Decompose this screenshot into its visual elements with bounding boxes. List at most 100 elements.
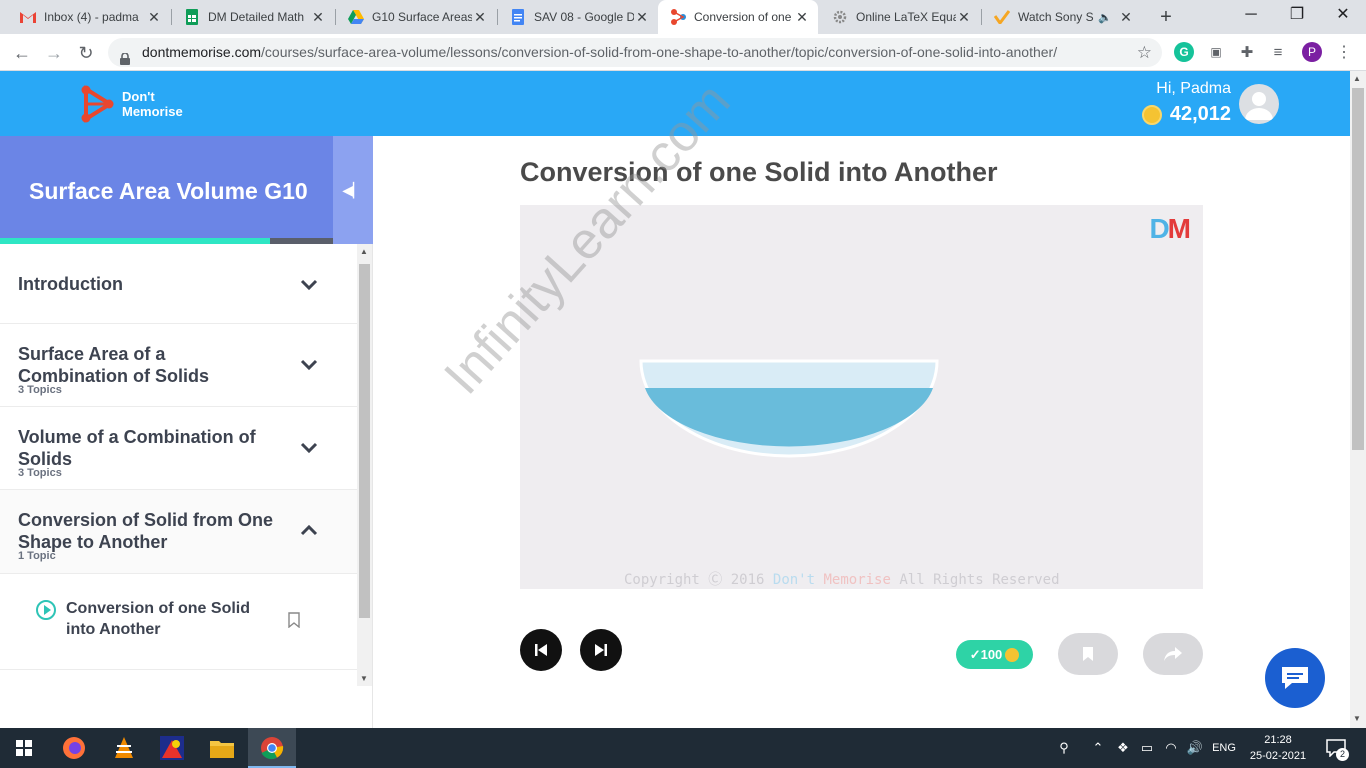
- dropbox-icon[interactable]: ❖: [1112, 728, 1134, 768]
- close-tab-icon[interactable]: ✕: [956, 9, 972, 26]
- extensions-icon[interactable]: ✚: [1237, 42, 1257, 62]
- check-icon: ✓: [969, 646, 981, 662]
- section-conversion-of-solid[interactable]: Conversion of Solid from One Shape to An…: [0, 490, 357, 574]
- chevron-down-icon[interactable]: [298, 353, 320, 375]
- bookmark-star-icon[interactable]: ☆: [1137, 38, 1152, 67]
- coin-count: 42,012: [1169, 103, 1231, 125]
- user-greeting: Hi, Padma: [1156, 80, 1231, 97]
- dm-letter-d: D: [1149, 213, 1169, 244]
- play-circle-icon: [36, 600, 56, 620]
- tab-docs[interactable]: SAV 08 - Google D ✕: [498, 0, 658, 34]
- share-button[interactable]: [1143, 633, 1203, 675]
- dm-letter-m: M: [1167, 213, 1191, 244]
- gear-icon: [832, 9, 848, 25]
- forward-button[interactable]: →: [42, 41, 66, 65]
- previous-button[interactable]: [520, 629, 562, 671]
- tab-gmail[interactable]: Inbox (4) - padma ✕: [8, 0, 170, 34]
- show-hidden-icons-icon[interactable]: ⌃: [1088, 728, 1108, 768]
- volume-icon[interactable]: 🔊: [1184, 728, 1206, 768]
- url-host: dontmemorise.com: [142, 44, 262, 60]
- back-button[interactable]: ←: [10, 41, 34, 65]
- coin-icon: [1141, 104, 1162, 125]
- bookmark-icon: [1083, 647, 1093, 661]
- user-avatar[interactable]: [1239, 84, 1279, 124]
- grammarly-icon[interactable]: G: [1174, 42, 1194, 62]
- bookmark-icon[interactable]: [288, 612, 300, 628]
- browser-toolbar: ← → ↻ dontmemorise.com/courses/surface-a…: [0, 34, 1366, 71]
- chat-icon: [1282, 667, 1308, 689]
- chrome-icon[interactable]: [258, 734, 286, 762]
- vlc-icon[interactable]: [110, 734, 138, 762]
- photo-app-icon[interactable]: [158, 734, 186, 762]
- section-topic-count: 3 Topics: [18, 384, 62, 396]
- close-window-button[interactable]: ✕: [1320, 0, 1366, 34]
- reload-button[interactable]: ↻: [74, 41, 98, 65]
- course-title: Surface Area Volume G10: [29, 178, 308, 204]
- section-volume-combination[interactable]: Volume of a Combination of Solids 3 Topi…: [0, 407, 357, 490]
- reading-list-icon[interactable]: ≡: [1268, 42, 1288, 62]
- hemispherical-bowl-illustration: [639, 359, 939, 458]
- copyright-word: Copyright: [624, 572, 700, 588]
- close-tab-icon[interactable]: ✕: [146, 9, 162, 26]
- restore-button[interactable]: ❐: [1274, 0, 1320, 34]
- sony-icon: [994, 9, 1010, 25]
- language-indicator[interactable]: ENG: [1208, 728, 1240, 768]
- bookmark-lesson-button[interactable]: [1058, 633, 1118, 675]
- section-surface-area-combination[interactable]: Surface Area of a Combination of Solids …: [0, 324, 357, 407]
- next-button[interactable]: [580, 629, 622, 671]
- tab-sony[interactable]: Watch Sony S 🔈 ✕: [982, 0, 1142, 34]
- tab-drive[interactable]: G10 Surface Areas ✕: [336, 0, 496, 34]
- notification-count: 2: [1336, 748, 1349, 761]
- section-list: Introduction Surface Area of a Combinati…: [0, 244, 357, 728]
- lesson-heading: Conversion of one Solid into Another: [520, 157, 998, 187]
- tab-dontmemorise[interactable]: Conversion of one ✕: [658, 0, 818, 34]
- chevron-down-icon[interactable]: [298, 273, 320, 295]
- windows-start-icon[interactable]: [10, 734, 38, 762]
- lock-icon[interactable]: [120, 46, 130, 67]
- battery-icon[interactable]: ▭: [1136, 728, 1158, 768]
- profile-avatar[interactable]: P: [1302, 42, 1322, 62]
- page-scroll-thumb[interactable]: [1352, 88, 1364, 450]
- drive-icon: [348, 9, 364, 25]
- collapse-sidebar-button[interactable]: ◀▏: [333, 136, 373, 244]
- points-value: 100: [980, 647, 1003, 662]
- system-clock[interactable]: 21:28 25-02-2021: [1248, 732, 1308, 764]
- close-tab-icon[interactable]: ✕: [794, 9, 810, 26]
- close-tab-icon[interactable]: ✕: [310, 9, 326, 26]
- section-title: Introduction: [18, 274, 123, 294]
- dm-watermark-logo: DM: [1149, 213, 1191, 245]
- minimize-button[interactable]: ─: [1228, 0, 1274, 34]
- close-tab-icon[interactable]: ✕: [1118, 9, 1134, 26]
- scroll-up-arrow[interactable]: ▲: [1353, 74, 1361, 83]
- site-logo[interactable]: Don't Memorise: [80, 85, 183, 123]
- speaker-icon[interactable]: 🔈: [1098, 11, 1112, 24]
- section-title: Surface Area of a Combination of Solids: [18, 344, 209, 386]
- scroll-up-arrow[interactable]: ▲: [360, 247, 368, 256]
- lesson-title: Conversion of one Solid into Another: [66, 600, 251, 638]
- video-player[interactable]: DM Copyright Ⓒ 2016 Don't Memorise All R…: [520, 205, 1203, 589]
- firefox-icon[interactable]: [60, 734, 88, 762]
- people-icon[interactable]: ⚲: [1052, 728, 1076, 768]
- skip-back-icon: [535, 644, 547, 656]
- wifi-icon[interactable]: ◠: [1160, 728, 1182, 768]
- chevron-up-icon[interactable]: [298, 519, 320, 541]
- file-explorer-icon[interactable]: [208, 734, 236, 762]
- close-tab-icon[interactable]: ✕: [472, 9, 488, 26]
- cast-icon[interactable]: ▣: [1206, 42, 1226, 62]
- tab-latex[interactable]: Online LaTeX Equa ✕: [820, 0, 980, 34]
- section-introduction[interactable]: Introduction: [0, 244, 357, 324]
- chrome-menu-icon[interactable]: ⋮: [1334, 42, 1354, 62]
- dm-icon: [670, 9, 686, 25]
- lesson-item[interactable]: Conversion of one Solid into Another: [0, 574, 357, 670]
- chevron-down-icon[interactable]: [298, 436, 320, 458]
- notifications-icon[interactable]: 2: [1318, 728, 1354, 768]
- gmail-icon: [20, 9, 36, 25]
- close-tab-icon[interactable]: ✕: [634, 9, 650, 26]
- chat-button[interactable]: [1265, 648, 1325, 708]
- scroll-down-arrow[interactable]: ▼: [360, 674, 368, 683]
- scroll-down-arrow[interactable]: ▼: [1353, 714, 1361, 723]
- sidebar-scroll-thumb[interactable]: [359, 264, 370, 618]
- address-bar[interactable]: dontmemorise.com/courses/surface-area-vo…: [108, 38, 1162, 67]
- tab-sheets[interactable]: DM Detailed Math ✕: [172, 0, 334, 34]
- new-tab-button[interactable]: +: [1154, 5, 1178, 29]
